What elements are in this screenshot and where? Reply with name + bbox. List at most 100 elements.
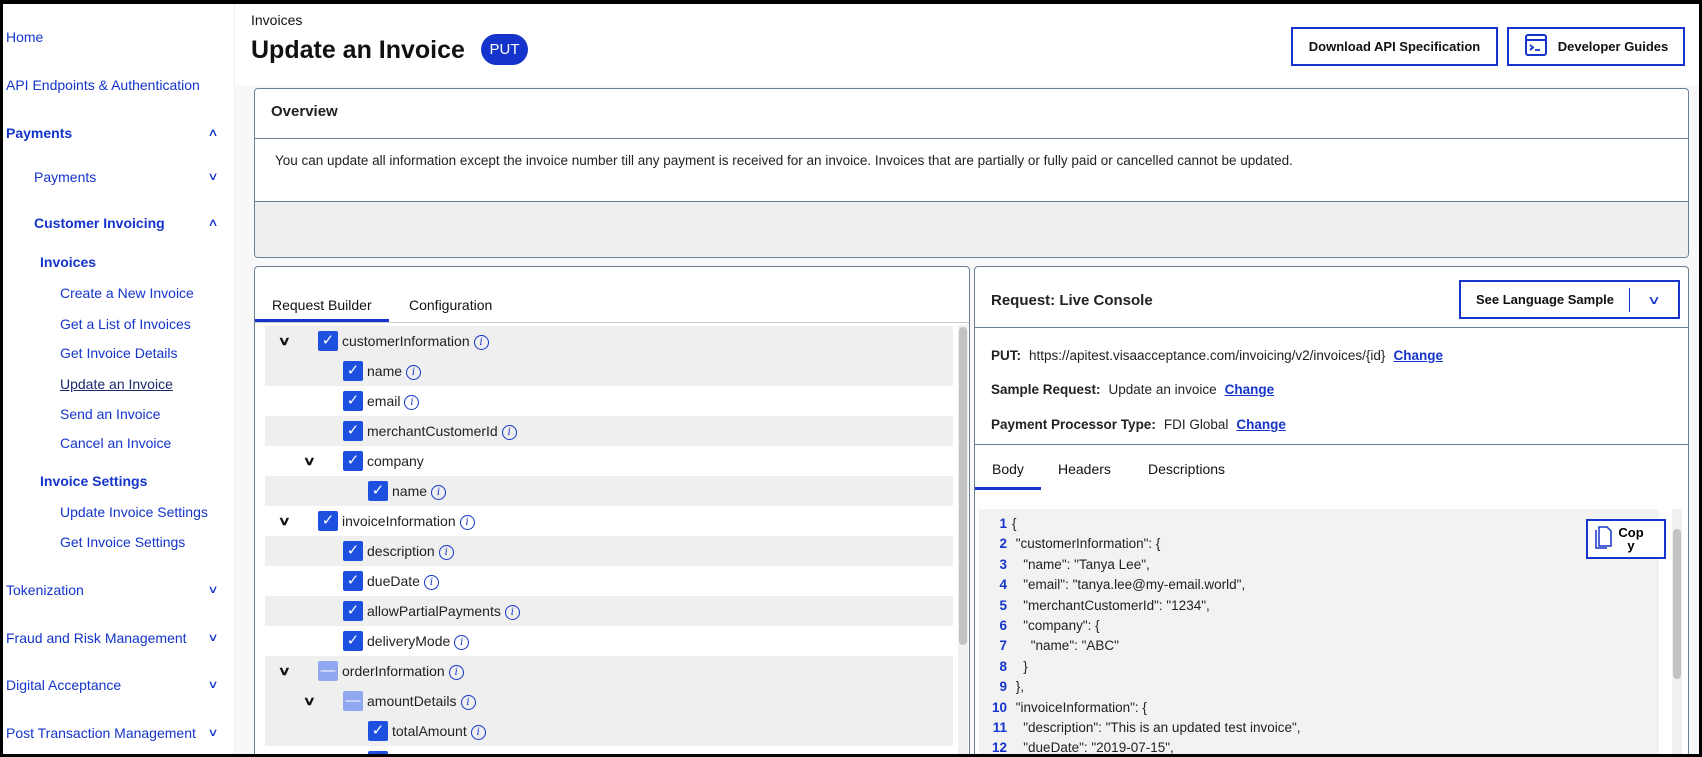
field-label: totalAmount i (392, 723, 486, 740)
divider (255, 322, 969, 323)
info-icon[interactable]: i (438, 545, 454, 560)
tab-body[interactable]: Body (992, 461, 1024, 477)
tree-scrollbar[interactable] (958, 325, 968, 754)
chevron-down-icon[interactable]: ∨ (303, 454, 316, 468)
tree-row: ✓ email i (265, 386, 953, 416)
request-body-code[interactable]: Copy 1 {2 "customerInformation": {3 "name… (979, 509, 1666, 754)
field-label: invoiceInformation i (342, 513, 475, 530)
sidebar-item[interactable]: Tokenization (6, 582, 84, 598)
change-processor-link[interactable]: Change (1236, 417, 1286, 432)
chevron-down-icon[interactable]: ∨ (1616, 293, 1688, 307)
chevron-up-icon[interactable]: ∧ (207, 126, 218, 139)
sidebar-item[interactable]: Digital Acceptance (6, 677, 121, 693)
developer-guides-button[interactable]: Developer Guides (1507, 27, 1685, 66)
method-label: PUT: (991, 348, 1021, 363)
sidebar-item[interactable]: Get Invoice Details (60, 345, 178, 361)
field-checkbox[interactable]: ✓ (343, 631, 363, 651)
change-sample-link[interactable]: Change (1225, 382, 1275, 397)
sidebar-item[interactable]: API Endpoints & Authentication (6, 77, 200, 93)
download-api-spec-button[interactable]: Download API Specification (1291, 27, 1498, 66)
change-endpoint-link[interactable]: Change (1393, 348, 1443, 363)
chevron-down-icon[interactable]: ∨ (303, 694, 316, 708)
field-checkbox[interactable]: — (318, 661, 338, 681)
field-checkbox[interactable]: ✓ (343, 421, 363, 441)
sidebar-item[interactable]: Home (6, 29, 43, 45)
chevron-down-icon[interactable]: ∨ (278, 664, 291, 678)
field-checkbox[interactable]: ✓ (368, 751, 388, 754)
tab-configuration[interactable]: Configuration (409, 297, 492, 313)
chevron-down-icon[interactable]: ∨ (207, 726, 218, 739)
sample-request-label: Sample Request: (991, 382, 1101, 397)
field-label: allowPartialPayments i (367, 603, 520, 620)
sidebar-item[interactable]: Cancel an Invoice (60, 435, 171, 451)
code-line: "description": "This is an updated test … (1012, 720, 1301, 735)
sidebar-item[interactable]: Post Transaction Management (6, 725, 196, 741)
code-scrollbar[interactable] (1672, 509, 1682, 754)
sidebar-item[interactable]: Update Invoice Settings (60, 504, 208, 520)
field-checkbox[interactable]: — (343, 691, 363, 711)
field-checkbox[interactable]: ✓ (343, 451, 363, 471)
scrollbar-thumb[interactable] (1673, 529, 1681, 679)
tab-request-builder[interactable]: Request Builder (272, 297, 372, 313)
sidebar-item[interactable]: Create a New Invoice (60, 285, 194, 301)
breadcrumb[interactable]: Invoices (251, 12, 302, 28)
sidebar-item[interactable]: Update an Invoice (60, 376, 173, 392)
info-icon[interactable]: i (431, 485, 447, 500)
field-label: name i (392, 483, 447, 500)
sidebar-item[interactable]: Payments (34, 169, 96, 185)
field-checkbox[interactable]: ✓ (368, 721, 388, 741)
sidebar-item[interactable]: Send an Invoice (60, 406, 160, 422)
field-checkbox[interactable]: ✓ (318, 511, 338, 531)
field-label: deliveryMode i (367, 633, 470, 650)
code-line: "invoiceInformation": { (1012, 699, 1147, 715)
field-checkbox[interactable]: ✓ (343, 361, 363, 381)
field-checkbox[interactable]: ✓ (343, 571, 363, 591)
field-label: amountDetails i (367, 693, 476, 710)
chevron-down-icon[interactable]: ∨ (278, 514, 291, 528)
tab-descriptions[interactable]: Descriptions (1148, 461, 1225, 477)
chevron-down-icon[interactable]: ∨ (207, 170, 218, 183)
overview-title: Overview (255, 89, 1688, 139)
info-icon[interactable]: i (460, 695, 476, 710)
language-sample-dropdown[interactable]: See Language Sample ∨ (1459, 280, 1680, 319)
code-line: { (1012, 516, 1017, 531)
info-icon[interactable]: i (404, 395, 420, 410)
field-name: description (367, 543, 435, 559)
sidebar-item[interactable]: Customer Invoicing (34, 215, 165, 231)
sidebar-item[interactable]: Invoices (40, 254, 96, 270)
chevron-down-icon[interactable]: ∨ (207, 631, 218, 644)
chevron-down-icon[interactable]: ∨ (278, 334, 291, 348)
line-number: 6 (999, 618, 1007, 633)
chevron-up-icon[interactable]: ∧ (207, 216, 218, 229)
info-icon[interactable]: i (423, 575, 439, 590)
tab-headers[interactable]: Headers (1058, 461, 1111, 477)
field-checkbox[interactable]: ✓ (368, 481, 388, 501)
sidebar-item[interactable]: Fraud and Risk Management (6, 630, 187, 646)
info-icon[interactable]: i (454, 635, 470, 650)
copy-button[interactable]: Copy (1586, 519, 1666, 559)
info-icon[interactable]: i (473, 335, 489, 350)
chevron-down-icon[interactable]: ∨ (207, 583, 218, 596)
code-line: } (1012, 658, 1028, 674)
field-checkbox[interactable]: ✓ (343, 391, 363, 411)
info-icon[interactable]: i (459, 515, 475, 530)
field-checkbox[interactable]: ✓ (343, 541, 363, 561)
info-icon[interactable]: i (504, 605, 520, 620)
info-icon[interactable]: i (448, 665, 464, 680)
code-line: "company": { (1012, 618, 1100, 633)
sidebar-item[interactable]: Payments (6, 125, 72, 141)
field-checkbox[interactable]: ✓ (343, 601, 363, 621)
sidebar-item[interactable]: Invoice Settings (40, 473, 147, 489)
field-label: email i (367, 393, 420, 410)
sidebar-item[interactable]: Get Invoice Settings (60, 534, 185, 550)
info-icon[interactable]: i (501, 425, 517, 440)
field-checkbox[interactable]: ✓ (318, 331, 338, 351)
info-icon[interactable]: i (470, 725, 486, 740)
field-label: company (367, 453, 424, 469)
tree-row: ✓ merchantCustomerId i (265, 416, 953, 446)
scrollbar-thumb[interactable] (959, 327, 967, 645)
sidebar-item[interactable]: Get a List of Invoices (60, 316, 191, 332)
field-name: customerInformation (342, 333, 470, 349)
info-icon[interactable]: i (406, 365, 422, 380)
chevron-down-icon[interactable]: ∨ (207, 678, 218, 691)
